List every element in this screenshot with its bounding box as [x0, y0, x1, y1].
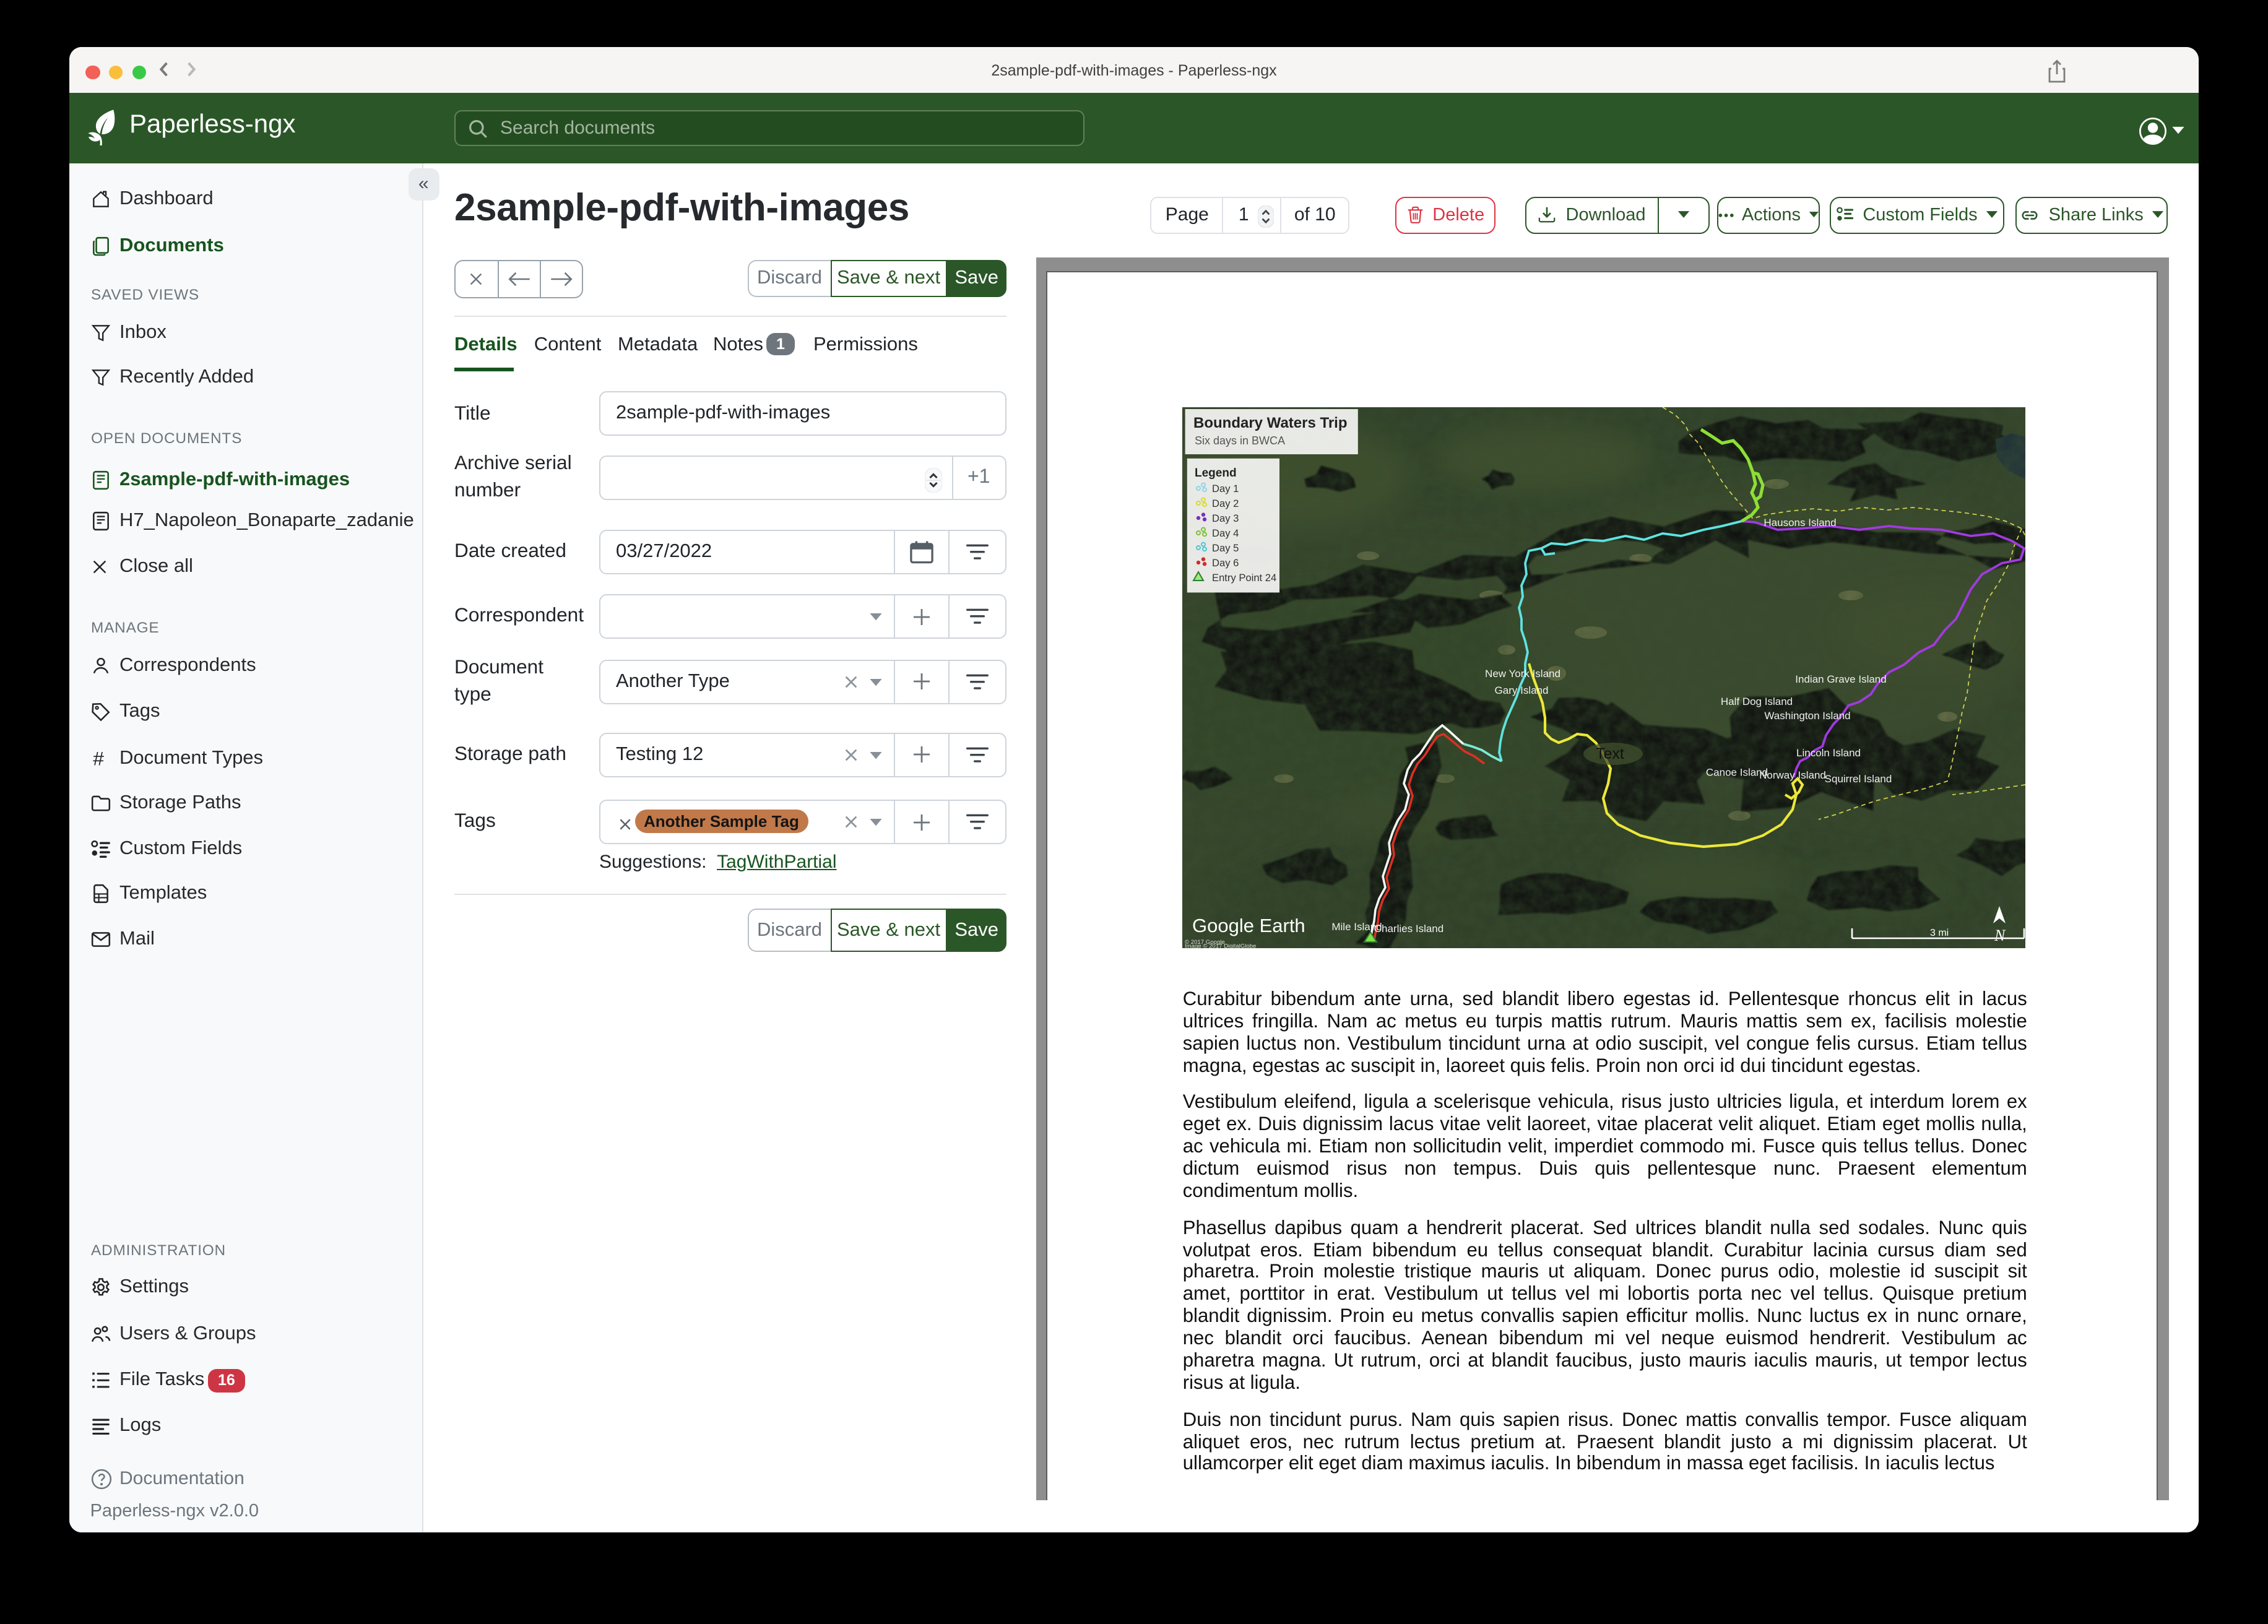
svg-text:#: # — [93, 748, 104, 769]
